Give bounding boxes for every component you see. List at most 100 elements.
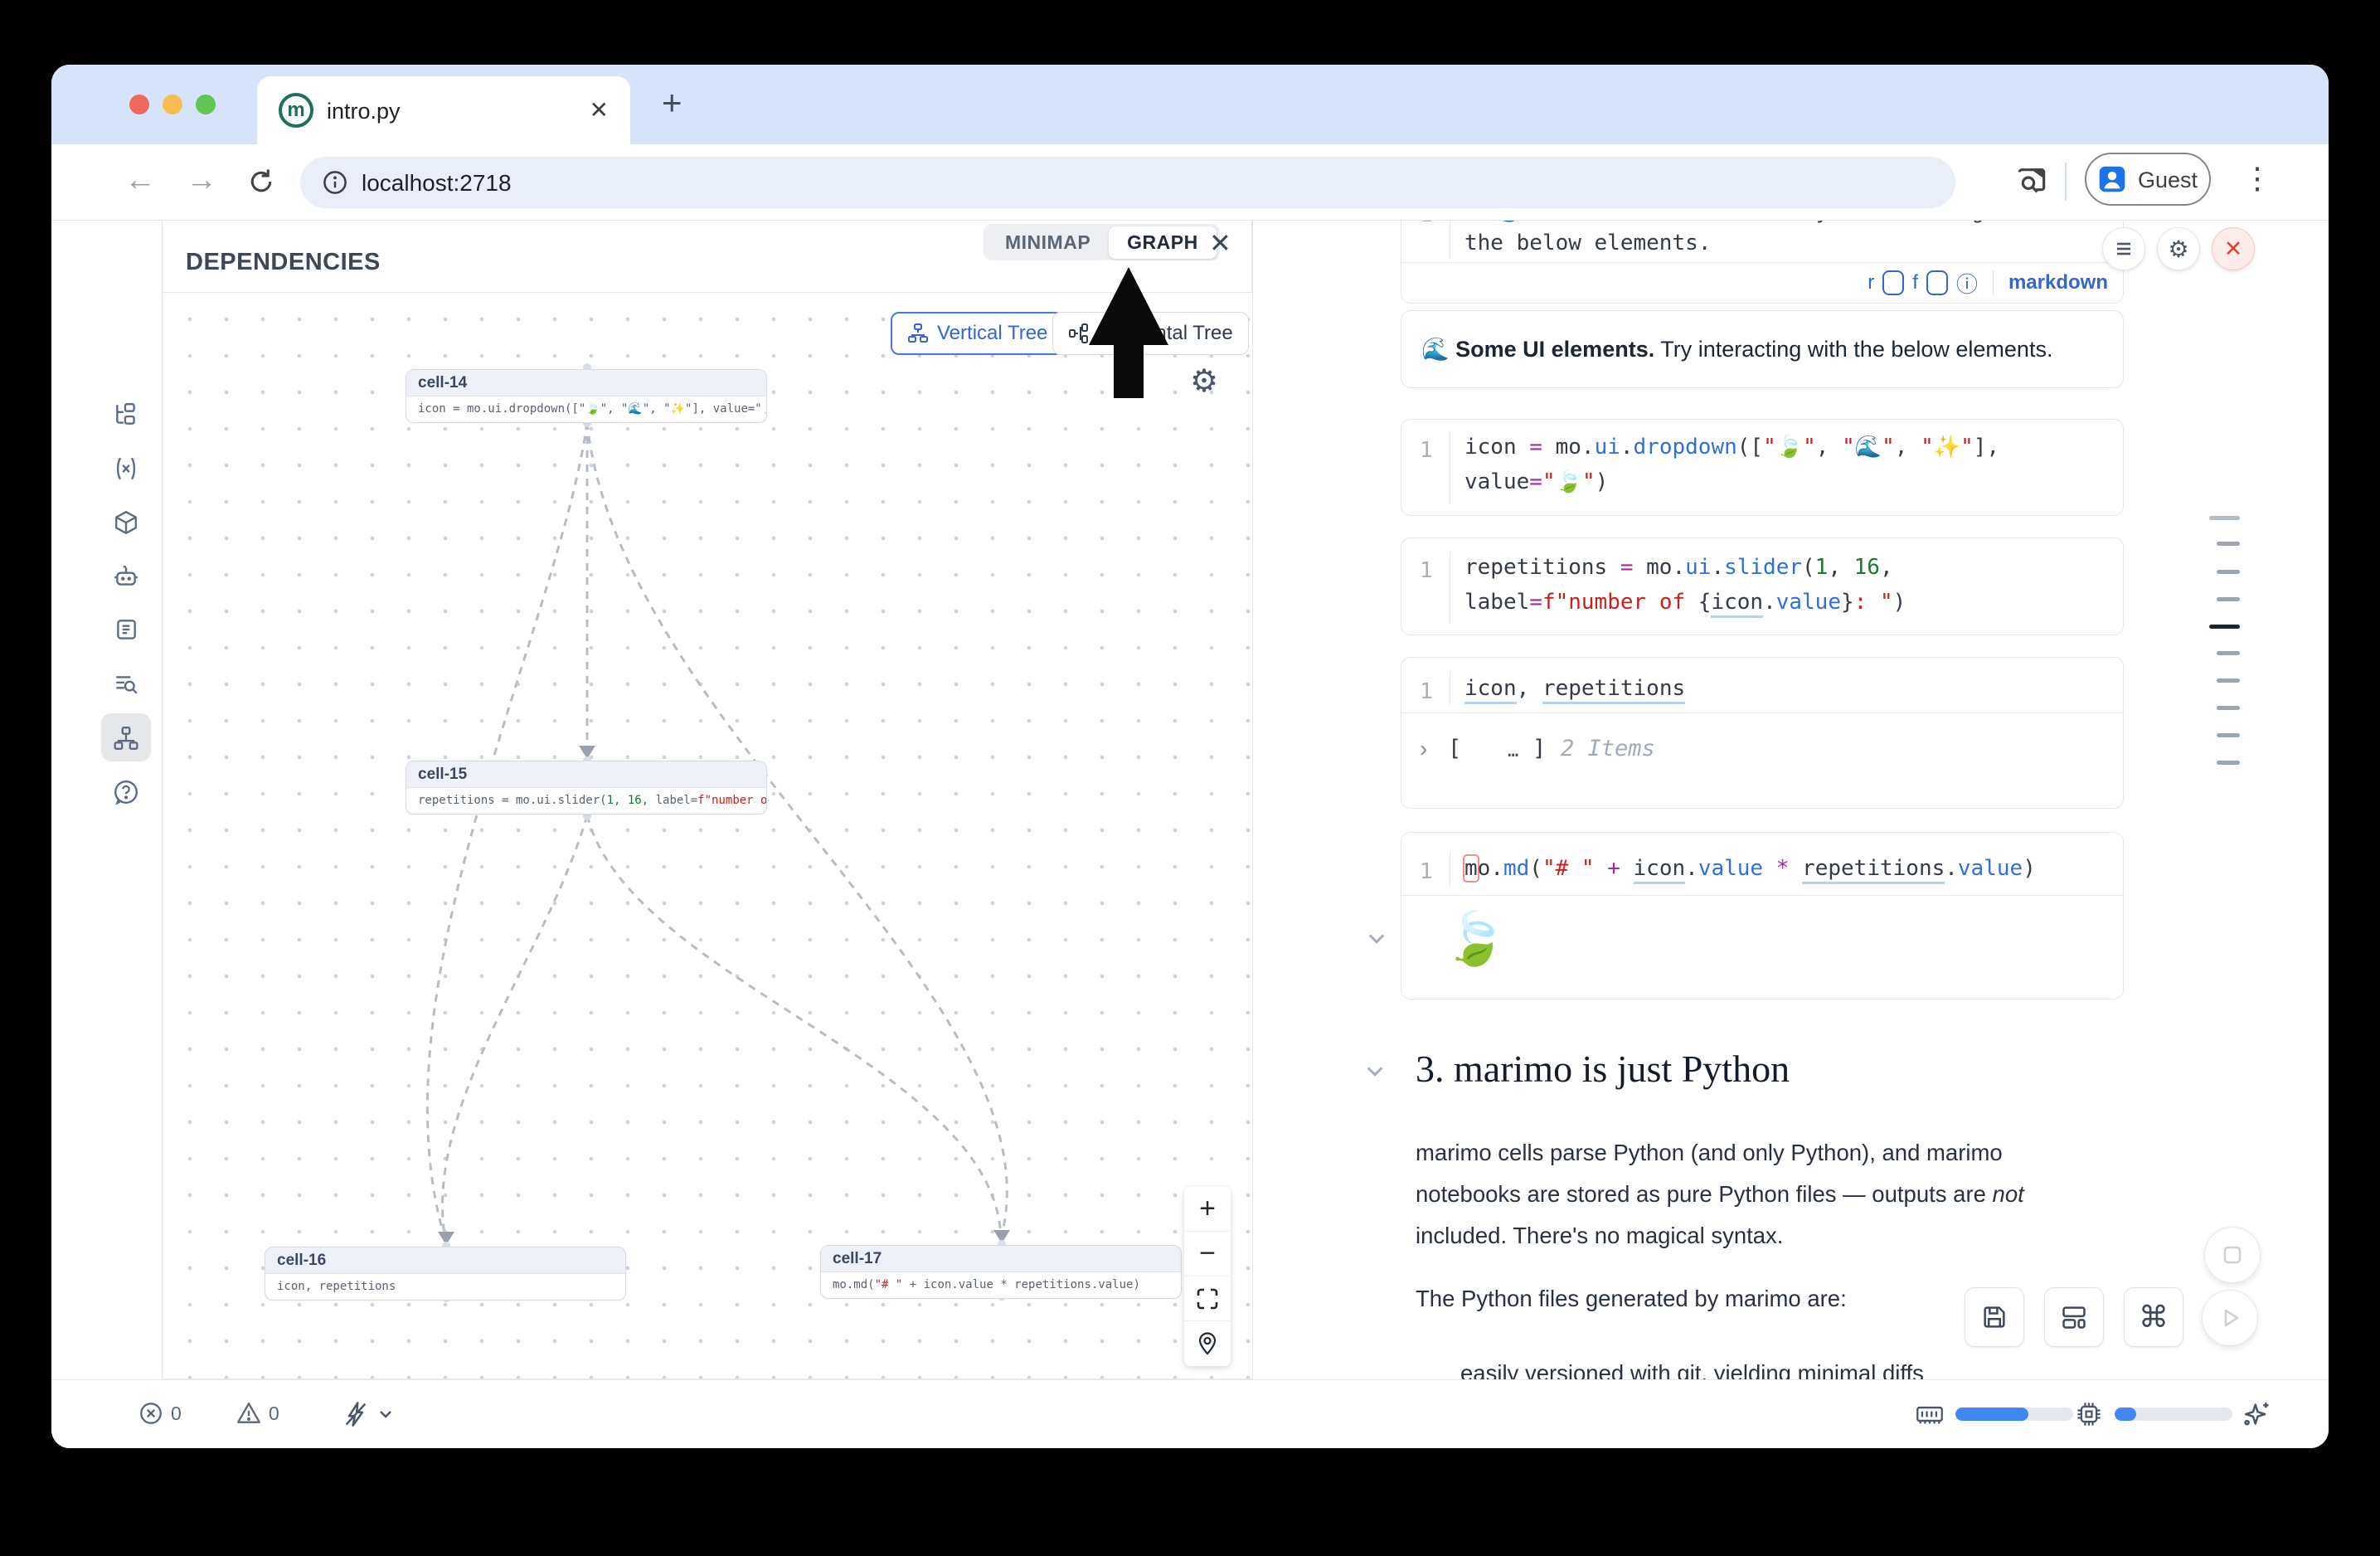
minimap-cell-marker[interactable] <box>2217 570 2240 574</box>
search-text-icon[interactable] <box>113 671 139 698</box>
graph-settings-icon[interactable]: ⚙ <box>1190 362 1218 400</box>
code-line[interactable]: mo.md("# " + icon.value * repetitions.va… <box>1464 856 2036 881</box>
code-cell-dropdown[interactable]: 1 icon = mo.ui.dropdown(["🍃", "🌊", "✨"],… <box>1401 419 2124 516</box>
section-collapse-chevron-icon[interactable] <box>1364 1060 1386 1082</box>
markdown-source-line[interactable]: the below elements. <box>1464 231 1711 255</box>
cell-delete-button[interactable]: ✕ <box>2212 227 2255 270</box>
minimap-cell-marker[interactable] <box>2217 678 2240 683</box>
cell-menu-button[interactable] <box>2102 227 2145 270</box>
stop-button[interactable] <box>2204 1227 2261 1283</box>
tab-search-button[interactable] <box>2015 164 2048 197</box>
profile-button[interactable]: Guest <box>2085 153 2211 206</box>
leaf-output-emoji: 🍃 <box>1443 909 1507 970</box>
site-info-icon[interactable] <box>322 169 348 196</box>
zoom-out-button[interactable]: − <box>1184 1232 1231 1276</box>
traffic-close-button[interactable] <box>129 95 149 114</box>
traffic-minimize-button[interactable] <box>163 95 182 114</box>
packages-icon[interactable] <box>113 509 139 536</box>
minimap-cell-marker[interactable] <box>2217 651 2240 655</box>
code-line[interactable]: repetitions = mo.ui.slider(1, 16, <box>1464 555 1893 580</box>
code-line[interactable]: label=f"number of {icon.value}: ") <box>1464 590 1906 615</box>
cpu-icon <box>2075 1400 2103 1428</box>
graph-node-cell-14[interactable]: cell-14 icon = mo.ui.dropdown(["🍃", "🌊",… <box>406 369 767 423</box>
chevron-down-icon <box>376 1405 395 1423</box>
node-title: cell-16 <box>265 1247 625 1274</box>
url-text: localhost:2718 <box>362 170 512 197</box>
help-icon[interactable] <box>113 779 139 805</box>
warning-counter[interactable]: 0 <box>236 1400 279 1427</box>
shortcut-f-label: f <box>1912 271 1918 294</box>
traffic-zoom-button[interactable] <box>196 95 216 114</box>
app-sidebar <box>51 221 162 1379</box>
cpu-usage <box>2075 1400 2232 1428</box>
browser-menu-button[interactable]: ⋮ <box>2242 161 2272 196</box>
cell-settings-button[interactable]: ⚙ <box>2157 227 2200 270</box>
browser-tab[interactable]: m intro.py ✕ <box>257 76 630 144</box>
vertical-tree-button[interactable]: Vertical Tree <box>891 312 1064 355</box>
run-button[interactable] <box>2202 1290 2258 1346</box>
variables-icon[interactable] <box>113 455 139 482</box>
paragraph-line: included. There's no magical syntax. <box>1416 1223 1783 1249</box>
reload-button[interactable] <box>245 166 277 197</box>
zoom-in-button[interactable]: + <box>1184 1187 1231 1232</box>
markdown-cell[interactable]: 1 **🌊 Some UI elements.** Try interactin… <box>1401 221 2124 304</box>
notebook-pane: 1 **🌊 Some UI elements.** Try interactin… <box>1252 221 2329 1379</box>
code-line[interactable]: value="🍃") <box>1464 469 1608 494</box>
language-toggle[interactable]: markdown <box>2008 271 2108 294</box>
tab-minimap[interactable]: MINIMAP <box>987 226 1109 259</box>
paragraph-line: notebooks are stored as pure Python file… <box>1416 1181 2024 1208</box>
minimap-cell-marker[interactable] <box>2217 733 2240 737</box>
url-bar[interactable]: localhost:2718 <box>300 157 1955 208</box>
error-icon <box>138 1400 164 1427</box>
graph-node-cell-15[interactable]: cell-15 repetitions = mo.ui.slider(1, 16… <box>406 761 767 814</box>
logs-icon[interactable] <box>113 617 139 644</box>
markdown-source-line[interactable]: **🌊 Some UI elements.** Try interacting … <box>1464 221 2049 224</box>
ai-sparkle-button[interactable] <box>2241 1398 2272 1430</box>
new-tab-button[interactable]: + <box>662 83 682 123</box>
line-number: 1 <box>1420 438 1433 463</box>
autorun-toggle[interactable] <box>342 1400 395 1428</box>
line-number: 1 <box>1420 558 1433 583</box>
keyboard-shortcuts-button[interactable]: ⌘ <box>2124 1287 2183 1347</box>
back-button[interactable]: ← <box>124 163 156 198</box>
expand-chevron[interactable]: › <box>1420 736 1427 762</box>
status-bar: 0 0 <box>51 1379 2329 1448</box>
graph-node-cell-16[interactable]: cell-16 icon, repetitions <box>265 1247 626 1301</box>
stop-icon <box>2220 1242 2245 1267</box>
section-heading: 3. marimo is just Python <box>1416 1047 1790 1091</box>
minimap-cell-marker[interactable] <box>2217 597 2240 601</box>
minimap-cell-marker[interactable] <box>2217 761 2240 765</box>
collapse-chevron-icon[interactable] <box>1366 927 1387 949</box>
minimap-cell-marker[interactable] <box>2217 542 2240 546</box>
layout-toggle-button[interactable] <box>2044 1287 2104 1347</box>
location-pin-icon <box>1195 1331 1220 1356</box>
dependency-graph-icon[interactable] <box>113 725 139 751</box>
fit-view-button[interactable] <box>1184 1276 1231 1321</box>
line-number: 1 <box>1420 679 1433 704</box>
code-line[interactable]: icon = mo.ui.dropdown(["🍃", "🌊", "✨"], <box>1464 435 1999 460</box>
panel-close-icon[interactable]: ✕ <box>1209 227 1231 259</box>
info-icon[interactable]: ⓘ <box>1956 268 1978 299</box>
ai-assistant-icon[interactable] <box>113 563 139 590</box>
locate-node-button[interactable] <box>1184 1321 1231 1366</box>
minimap-active-cell-marker[interactable] <box>2209 625 2240 629</box>
error-counter[interactable]: 0 <box>138 1400 182 1427</box>
graph-node-cell-17[interactable]: cell-17 mo.md("# " + icon.value * repeti… <box>820 1245 1182 1299</box>
code-cell-slider[interactable]: 1 repetitions = mo.ui.slider(1, 16, labe… <box>1401 537 2124 635</box>
code-cell-momd[interactable]: 1 mo.md("# " + icon.value * repetitions.… <box>1401 832 2124 999</box>
minimap-cell-marker[interactable] <box>2209 516 2240 520</box>
warning-count: 0 <box>269 1403 279 1425</box>
save-button[interactable] <box>1965 1287 2024 1347</box>
tab-graph[interactable]: GRAPH <box>1109 226 1217 259</box>
minimap-cell-marker[interactable] <box>2217 706 2240 710</box>
file-explorer-icon[interactable] <box>113 401 139 428</box>
array-ellipsis: … <box>1508 741 1518 761</box>
dependency-graph-canvas[interactable]: Vertical Tree Horizontal Tree ⚙ cell-14 … <box>163 292 1252 1379</box>
code-cell-tuple[interactable]: 1 icon, repetitions › [ … ] 2 Items <box>1401 657 2124 809</box>
tab-close-icon[interactable]: ✕ <box>590 96 609 124</box>
hamburger-menu-icon <box>2113 238 2135 260</box>
code-line[interactable]: icon, repetitions <box>1464 676 1685 701</box>
dependencies-panel: DEPENDENCIES MINIMAP GRAPH ✕ <box>162 221 1252 1379</box>
horizontal-tree-button[interactable]: Horizontal Tree <box>1052 312 1249 355</box>
forward-button[interactable]: → <box>186 163 217 198</box>
